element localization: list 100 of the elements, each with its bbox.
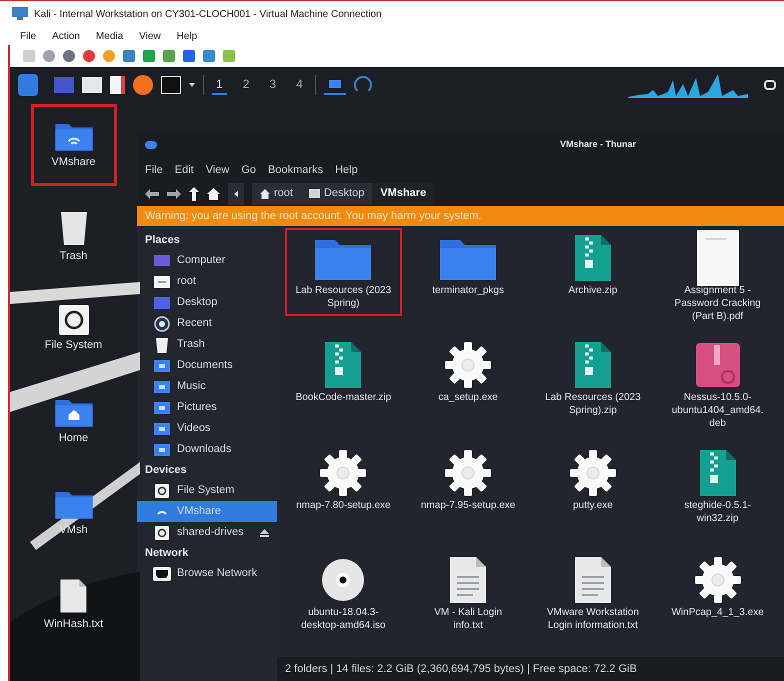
desktop-icon-item[interactable]: VMshare [30,104,116,186]
sidebar-item[interactable]: shared-drives [137,522,277,543]
file-tile[interactable]: putty.exe [534,442,652,518]
file-tile[interactable]: ubuntu-18.04.3-desktop-amd64.iso [285,550,402,638]
path-button[interactable]: Desktop [300,182,372,204]
gear-icon [694,556,742,604]
sidebar-item[interactable]: Computer [137,250,277,271]
file-name: BookCode-master.zip [295,391,392,404]
zip-archive-icon [572,340,613,390]
package-icon [694,341,742,390]
sidebar-item[interactable]: Downloads [137,439,277,460]
console-icon[interactable] [161,76,181,94]
folder-icon [154,274,170,288]
drive-icon [155,526,169,540]
menu-item[interactable]: Bookmarks [268,162,324,178]
circle-icon[interactable] [42,49,56,63]
back-arrow-icon[interactable] [145,188,159,198]
path-button[interactable]: VMshare [372,182,434,204]
menu-item[interactable]: Action [52,28,80,44]
menu-item[interactable]: Help [176,28,198,44]
home-icon [260,188,270,198]
sidebar-item[interactable]: Desktop [137,292,277,313]
file-tile[interactable]: VM - Kali Login info.txt [410,550,526,638]
home-icon[interactable] [207,188,220,200]
file-tile[interactable]: Archive.zip [534,228,652,303]
file-tile[interactable]: terminator_pkgs [410,228,526,303]
file-name: VM - Kali Login info.txt [433,606,504,632]
desktop-icon-item[interactable]: File System [30,288,116,370]
file-tile[interactable]: VMware Workstation Login information.txt [534,550,652,638]
workspace-tab[interactable]: 4 [292,74,307,94]
up-arrow-icon[interactable] [189,186,199,200]
menu-item[interactable]: View [139,28,161,44]
window-icon[interactable] [764,80,776,90]
file-name: ca_setup.exe [437,391,499,404]
dropdown-caret-icon[interactable] [189,82,195,86]
file-name: WinPcap_4_1_3.exe [670,606,765,619]
computer-icon [154,254,170,268]
sidebar-item[interactable]: root [137,271,277,292]
folder-icon [154,380,170,394]
gear-icon [444,448,492,496]
desktop-icon-item[interactable]: Home [30,380,116,462]
gear-icon [444,341,492,390]
desktop-icon-item[interactable]: WinHash.txt [30,564,116,646]
forward-arrow-icon[interactable] [167,188,181,198]
file-tile[interactable]: nmap-7.95-setup.exe [410,442,526,518]
sidebar-item[interactable]: Pictures [137,397,277,418]
menu-item[interactable]: File [20,28,36,44]
sidebar-heading: Devices [144,462,188,478]
sidebar-item-label: Desktop [177,295,218,310]
sidebar-item-label: Recent [177,316,213,332]
menu-item[interactable]: View [206,162,230,178]
path-button[interactable]: root [252,182,301,204]
menu-item[interactable]: Edit [174,162,194,178]
sidebar-item[interactable]: Music [137,376,277,397]
text-file-icon [572,554,613,605]
file-name: putty.exe [572,498,614,512]
menu-item[interactable]: Media [96,28,124,44]
sidebar-item[interactable]: File System [137,480,277,501]
trash-icon [60,210,88,246]
file-name: Nessus-10.5.0-ubuntu1404_amd64.deb [670,391,764,430]
zip-archive-icon [698,448,738,498]
file-name: nmap-7.95-setup.exe [420,498,516,512]
file-tile[interactable]: WinPcap_4_1_3.exe [659,550,776,625]
workspace-tab[interactable]: 3 [265,74,280,94]
sidebar-item-label: Pictures [177,400,218,416]
eject-icon[interactable] [260,528,269,536]
sidebar-heading: Network [144,546,190,561]
file-tile[interactable]: Lab Resources (2023 Spring) [285,228,402,316]
sidebar-item-label: VMshare [177,504,222,520]
sidebar-item[interactable]: Trash [137,334,277,355]
scroll-left-button[interactable] [228,182,244,204]
sidebar-item[interactable]: Videos [137,418,277,439]
file-tile[interactable]: Nessus-10.5.0-ubuntu1404_amd64.deb [659,335,776,436]
file-tile[interactable]: steghide-0.5.1-win32.zip [659,442,776,530]
file-name: terminator_pkgs [431,284,505,297]
file-tile[interactable]: Assignment 5 - Password Cracking (Part B).pdf [659,228,776,329]
desktop-icon-item[interactable]: Trash [30,196,116,278]
sidebar-item[interactable]: Browse Network [137,563,277,584]
sidebar-item[interactable]: Recent [137,313,277,334]
file-name: Archive.zip [567,284,618,297]
folder-icon [154,358,170,372]
zip-archive-icon [323,340,364,390]
status-text: 2 folders | 14 files: 2.2 GiB (2,360,694,795 bytes) | Free space: 72.2 GiB [285,662,637,677]
drive-icon [58,305,88,336]
file-name: ubuntu-18.04.3-desktop-amd64.iso [300,606,387,632]
sidebar-item[interactable]: Documents [137,355,277,376]
file-tile[interactable]: ca_setup.exe [410,335,526,410]
menu-item[interactable]: Go [241,162,256,178]
gear-icon [568,448,617,496]
workspace-tab[interactable]: 2 [238,74,254,94]
file-tile[interactable]: Lab Resources (2023 Spring).zip [534,335,652,424]
menu-item[interactable]: File [145,162,163,178]
file-tile[interactable]: nmap-7.80-setup.exe [285,442,402,518]
window-title: VMshare - Thunar [560,138,636,152]
workspace-tab[interactable]: 1 [212,74,227,94]
clock-icon [154,316,170,332]
desktop-icon-label: File System [44,339,102,353]
desktop-icon-label: Home [58,432,88,446]
menu-item[interactable]: Help [335,162,358,178]
file-tile[interactable]: BookCode-master.zip [285,335,402,410]
